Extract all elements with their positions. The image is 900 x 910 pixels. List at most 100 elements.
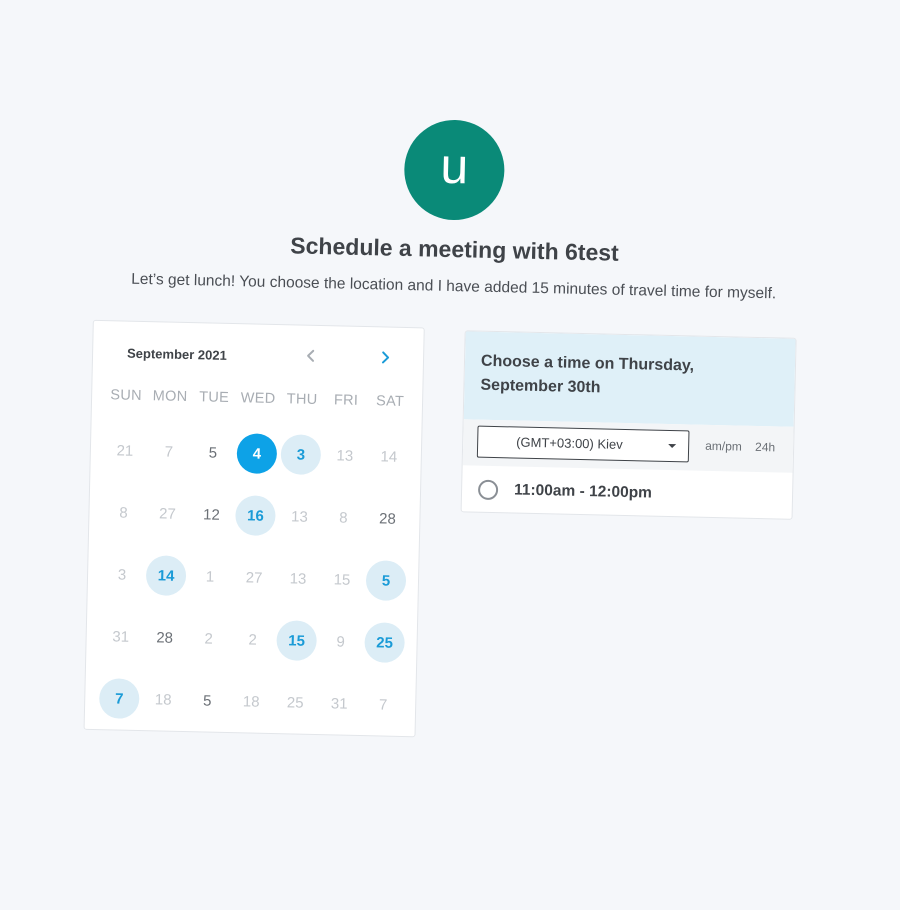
calendar-day: 31: [98, 605, 143, 668]
calendar-day: 1: [187, 545, 232, 608]
calendar-day-number[interactable]: 14: [145, 555, 187, 597]
calendar-day: 13: [322, 424, 367, 487]
calendar-day-number[interactable]: 5: [365, 560, 407, 602]
time-slot-panel: Choose a time on Thursday, September 30t…: [460, 330, 797, 520]
weekday-label: SAT: [375, 393, 405, 410]
weekday-label: SUN: [110, 387, 143, 404]
calendar-day: 18: [229, 670, 274, 733]
calendar-month-label: September 2021: [126, 345, 227, 363]
calendar-day-number: 25: [286, 693, 304, 712]
calendar-day-number: 27: [158, 504, 177, 523]
calendar-day-number: 9: [336, 632, 345, 651]
calendar-day-number: 31: [330, 694, 348, 713]
calendar-day: 12: [189, 483, 234, 546]
avatar: u: [403, 118, 506, 222]
calendar-day-number: 31: [112, 627, 130, 646]
calendar-day-number[interactable]: 3: [280, 434, 322, 476]
weekday-label: WED: [240, 390, 276, 408]
calendar-day: 5: [185, 669, 230, 732]
calendar-day-number: 8: [339, 509, 348, 527]
calendar-day-number: 3: [117, 566, 127, 584]
calendar-day: 3: [99, 543, 144, 606]
chevron-right-icon: [381, 351, 390, 364]
caret-down-icon: [668, 443, 677, 449]
avatar-initial: u: [439, 137, 469, 195]
chevron-left-icon: [307, 349, 315, 362]
calendar-day: 9: [318, 610, 363, 673]
calendar-day: 8: [101, 481, 146, 544]
calendar-day: 2: [230, 608, 275, 671]
calendar-day-selected[interactable]: 4: [234, 422, 279, 485]
page-description: Let’s get lunch! You choose the location…: [131, 270, 777, 303]
calendar-day-available[interactable]: 25: [362, 611, 407, 674]
calendar-day-available[interactable]: 15: [274, 609, 319, 672]
calendar-day: 8: [321, 486, 366, 549]
calendar-day-available[interactable]: 3: [278, 423, 323, 486]
next-month-button[interactable]: [373, 345, 398, 370]
previous-month-button[interactable]: [299, 344, 324, 369]
calendar-day: 28: [142, 606, 187, 669]
calendar-day-number: 18: [242, 692, 260, 711]
calendar-day-number: 7: [164, 443, 174, 461]
calendar-day-number: 13: [290, 507, 308, 526]
calendar-day-grid: 21 7 5 4 3 13 14 8 27 12 16 13 8 28 3 14 1 27 13 15 5 31 28 2 2 1…: [97, 419, 412, 736]
calendar-day-number: 13: [289, 569, 307, 588]
calendar-day-number[interactable]: 25: [364, 622, 406, 664]
calendar-day: 13: [275, 547, 320, 610]
time-slot-option[interactable]: 11:00am - 12:00pm: [462, 465, 793, 519]
calendar-day-number: 28: [378, 509, 396, 528]
calendar-day: 7: [146, 420, 191, 483]
weekday-label: THU: [286, 391, 318, 408]
format-ampm-toggle[interactable]: am/pm: [705, 439, 742, 454]
calendar-day-number: 5: [208, 444, 218, 462]
weekday-header-row: SUN MON TUE WED THU FRI SAT: [104, 387, 412, 410]
calendar-day-number: 28: [156, 628, 174, 647]
calendar-day-number: 15: [333, 570, 351, 589]
calendar-day-number: 8: [119, 504, 128, 522]
calendar-day-number: 14: [380, 447, 398, 466]
calendar-day-available[interactable]: 5: [363, 549, 408, 612]
time-slot-label: 11:00am - 12:00pm: [513, 481, 653, 502]
calendar-day-number[interactable]: 16: [235, 495, 276, 537]
timezone-row: (GMT+03:00) Kiev am/pm 24h: [462, 419, 794, 473]
calendar-day-number[interactable]: 4: [236, 433, 278, 475]
calendar-day: 14: [366, 425, 411, 488]
calendar-day: 18: [141, 668, 186, 731]
weekday-label: MON: [152, 388, 188, 406]
calendar-day-number: 7: [378, 695, 388, 714]
calendar-day: 2: [186, 607, 231, 670]
calendar-day: 27: [231, 546, 276, 609]
calendar-day: 15: [319, 548, 364, 611]
calendar-day: 7: [361, 673, 406, 736]
scheduling-page: u Schedule a meeting with 6test Let’s ge…: [0, 0, 900, 910]
calendar-day-number: 1: [205, 567, 215, 586]
calendar-day-number[interactable]: 15: [276, 620, 318, 662]
calendar-day-number: 2: [204, 629, 214, 648]
calendar-day-number: 18: [154, 690, 172, 709]
date-picker-calendar: September 2021 SUN MON TUE WED THU FRI SAT 21 7…: [83, 319, 425, 738]
calendar-day: 21: [102, 419, 147, 482]
calendar-day-number: 27: [245, 568, 263, 587]
timezone-value: (GMT+03:00) Kiev: [516, 434, 623, 452]
calendar-day: 28: [365, 487, 410, 550]
calendar-day-number[interactable]: 7: [98, 678, 140, 720]
calendar-day-number: 13: [336, 446, 354, 465]
calendar-day-number: 2: [248, 630, 258, 649]
calendar-day-available[interactable]: 14: [143, 544, 188, 607]
timezone-select[interactable]: (GMT+03:00) Kiev: [476, 425, 690, 463]
page-title: Schedule a meeting with 6test: [290, 232, 620, 266]
weekday-label: TUE: [198, 389, 230, 406]
calendar-day-number: 12: [202, 505, 221, 524]
calendar-day-available[interactable]: 7: [97, 667, 142, 730]
calendar-day: 31: [317, 672, 362, 735]
calendar-day-number: 5: [202, 691, 212, 710]
weekday-label: FRI: [333, 392, 359, 409]
radio-icon[interactable]: [477, 479, 499, 501]
calendar-day-available[interactable]: 16: [233, 484, 278, 547]
time-panel-heading: Choose a time on Thursday, September 30t…: [463, 331, 796, 427]
calendar-day-number: 21: [116, 441, 134, 460]
calendar-day: 27: [145, 482, 190, 545]
calendar-day: 5: [190, 421, 235, 484]
format-24h-toggle[interactable]: 24h: [755, 440, 775, 454]
calendar-day: 25: [273, 671, 318, 734]
